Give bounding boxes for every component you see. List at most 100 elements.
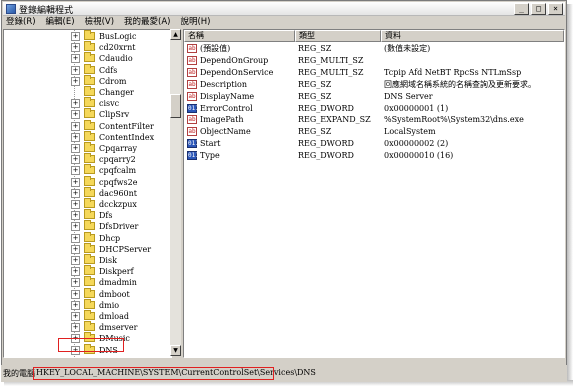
value-row[interactable]: ab (預設值) REG_SZ (數值未設定) (184, 43, 564, 55)
folder-icon (84, 130, 95, 141)
expand-plus-icon[interactable]: + (71, 132, 80, 142)
expand-plus-icon[interactable]: + (71, 166, 80, 176)
value-row[interactable]: ab ImagePath REG_EXPAND_SZ %SystemRoot%\Sys… (184, 114, 564, 126)
value-type: REG_SZ (298, 127, 332, 137)
dns-key-highlight-box (58, 338, 124, 352)
tree-item-label: Changer (99, 88, 134, 97)
folder-icon (84, 220, 95, 231)
expand-plus-icon[interactable]: + (71, 244, 80, 254)
expand-plus-icon[interactable]: + (71, 76, 80, 86)
value-type: REG_MULTI_SZ (298, 67, 364, 77)
value-type: REG_SZ (298, 79, 332, 89)
string-value-icon: ab (187, 91, 197, 101)
folder-icon (84, 52, 95, 63)
menu-edit[interactable]: 編輯(E) (46, 16, 75, 29)
tree-item-label: Dhcp (99, 233, 121, 243)
folder-icon (84, 276, 95, 287)
value-row[interactable]: 011 Type REG_DWORD 0x00000010 (16) (184, 150, 564, 162)
maximize-button[interactable]: □ (531, 3, 546, 15)
value-type: REG_SZ (298, 91, 332, 101)
menu-bar: 登錄(R) 編輯(E) 檢視(V) 我的最愛(A) 說明(H) (3, 16, 565, 29)
value-name: DisplayName (200, 91, 255, 101)
minimize-button[interactable]: _ (514, 3, 529, 15)
close-button[interactable]: × (548, 3, 563, 15)
expand-plus-icon[interactable]: + (71, 222, 80, 232)
expand-plus-icon[interactable]: + (71, 99, 80, 109)
title-bar[interactable]: 登錄編輯程式 _ □ × (3, 2, 565, 16)
expand-plus-icon[interactable]: + (71, 65, 80, 75)
expand-plus-icon[interactable]: + (71, 121, 80, 131)
expand-plus-icon[interactable]: + (71, 188, 80, 198)
tree-item-label: ContentFilter (99, 121, 154, 131)
expand-plus-icon[interactable]: + (71, 256, 80, 265)
value-row[interactable]: ab Description REG_SZ 回應網域名稱系統的名稱查詢及更新要求。 (184, 79, 564, 91)
folder-icon (84, 41, 95, 52)
folder-icon (84, 321, 95, 332)
value-row[interactable]: 011 ErrorControl REG_DWORD 0x00000001 (1) (184, 103, 564, 115)
folder-icon (84, 242, 95, 253)
value-row[interactable]: ab DisplayName REG_SZ DNS Server (184, 91, 564, 103)
expand-plus-icon[interactable]: + (71, 43, 80, 53)
column-header-data[interactable]: 資料 (381, 30, 564, 42)
tree-item-label: dmboot (99, 289, 130, 299)
expand-plus-icon[interactable]: + (71, 289, 80, 299)
column-header-name[interactable]: 名稱 (184, 30, 295, 42)
window-shadow-right (567, 4, 573, 384)
menu-view[interactable]: 檢視(V) (85, 16, 114, 29)
tree-item-label: Cdfs (99, 65, 118, 75)
menu-registry[interactable]: 登錄(R) (6, 16, 36, 29)
folder-icon (84, 74, 95, 85)
expand-plus-icon[interactable]: + (71, 155, 80, 165)
tree-item-label: cpqfcalm (99, 166, 137, 176)
tree-item-label: cisvc (99, 99, 120, 109)
tree-item-label: dmadmin (99, 278, 137, 288)
expand-plus-icon[interactable]: + (71, 267, 80, 277)
value-data: 0x00000002 (2) (384, 139, 449, 149)
binary-value-icon: 011 (187, 151, 199, 161)
tree-vertical-scrollbar[interactable]: ▲ ▼ (170, 29, 181, 356)
value-row[interactable]: ab DependOnGroup REG_MULTI_SZ (184, 55, 564, 67)
expand-plus-icon[interactable]: + (71, 32, 80, 41)
folder-icon (84, 209, 95, 220)
value-name: Type (200, 151, 220, 161)
scroll-up-arrow-icon[interactable]: ▲ (170, 29, 181, 40)
menu-favorites[interactable]: 我的最愛(A) (124, 16, 170, 29)
expand-plus-icon[interactable]: + (71, 144, 80, 153)
tree-item-label: BusLogic (99, 32, 137, 41)
expand-plus-icon[interactable]: + (71, 323, 80, 333)
expand-plus-icon[interactable]: + (71, 233, 80, 243)
folder-icon (84, 153, 95, 164)
expand-plus-icon[interactable]: + (71, 177, 80, 187)
tree-item-label: ContentIndex (99, 132, 155, 142)
expand-plus-icon[interactable]: + (71, 200, 80, 209)
tree-item-label: Diskperf (99, 267, 134, 277)
folder-icon (84, 310, 95, 320)
column-header-type[interactable]: 類型 (295, 30, 381, 42)
value-name: Start (200, 139, 221, 149)
scroll-down-arrow-icon[interactable]: ▼ (170, 345, 181, 356)
string-value-icon: ab (187, 79, 197, 89)
binary-value-icon: 011 (187, 103, 199, 113)
expand-plus-icon[interactable]: + (71, 211, 80, 221)
folder-icon (84, 119, 95, 130)
scroll-thumb[interactable] (170, 94, 181, 118)
expand-plus-icon[interactable]: + (71, 300, 80, 310)
string-value-icon: ab (187, 44, 197, 53)
expand-plus-icon[interactable]: + (71, 54, 80, 64)
registry-key-tree[interactable]: + BusLogic + cd20xrnt + Cdaudio + Cdfs + Cdrom Cha… (3, 29, 172, 358)
expand-plus-icon[interactable]: + (71, 312, 80, 321)
value-type: REG_EXPAND_SZ (298, 115, 371, 125)
value-row[interactable]: ab ObjectName REG_SZ LocalSystem (184, 126, 564, 138)
values-list[interactable]: 名稱 類型 資料 ab (預設值) REG_SZ (數值未設定) ab DependOnG… (183, 29, 565, 358)
tree-item-label: dmio (99, 300, 120, 310)
value-row[interactable]: 011 Start REG_DWORD 0x00000002 (2) (184, 138, 564, 150)
folder-icon (84, 30, 95, 40)
window-title: 登錄編輯程式 (19, 6, 74, 16)
expand-plus-icon[interactable]: + (71, 278, 80, 288)
menu-help[interactable]: 說明(H) (180, 16, 210, 29)
expand-plus-icon[interactable]: + (71, 110, 80, 120)
tree-item-label: ClipSrv (99, 110, 130, 120)
string-value-icon: ab (187, 67, 197, 77)
value-row[interactable]: ab DependOnService REG_MULTI_SZ Tcpip Afd N… (184, 67, 564, 79)
folder-icon (84, 198, 95, 208)
